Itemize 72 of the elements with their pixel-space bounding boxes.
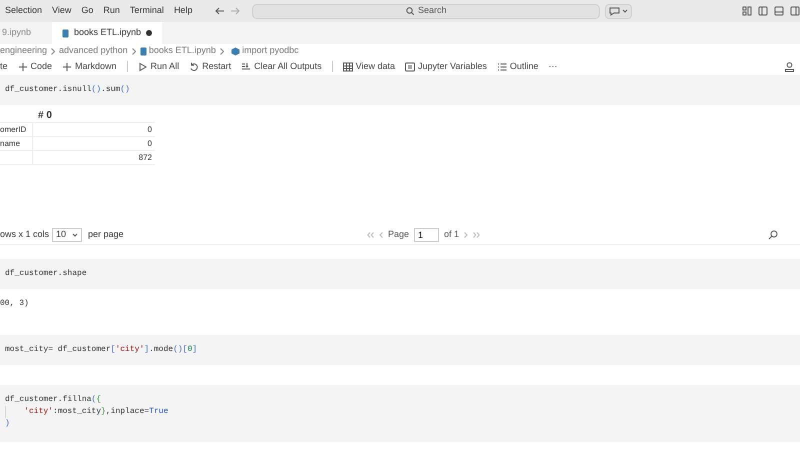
table-cell: 0 [148, 124, 152, 134]
code-cell[interactable]: df_customer.shape [0, 259, 800, 289]
menu-item[interactable]: Help [168, 4, 198, 18]
clear-icon [241, 62, 252, 72]
secondary-sidebar-icon[interactable] [790, 6, 800, 16]
page-count: of 1 [444, 228, 460, 241]
sidebar-icon[interactable] [758, 6, 768, 16]
copilot-button[interactable] [604, 4, 632, 18]
code-cell[interactable]: df_customer.isnull().sum() [0, 75, 800, 105]
plus-icon [62, 62, 72, 72]
chevron-icon [132, 48, 136, 54]
breadcrumb-item[interactable]: engineering [0, 44, 48, 58]
layout-icon[interactable] [742, 6, 752, 16]
breadcrumb-item[interactable]: import pyodbc [242, 44, 299, 58]
per-page-label: per page [88, 228, 124, 241]
search-icon[interactable] [768, 230, 778, 240]
toolbar-button[interactable]: Jupyter Variables [405, 60, 487, 74]
notebook-icon [140, 46, 147, 56]
toolbar-button[interactable]: Outline [496, 60, 538, 74]
search-field[interactable]: Search [252, 4, 600, 18]
panel-icon[interactable] [774, 6, 784, 16]
code-line: 'city':most_city},inplace=True [5, 406, 168, 418]
menu-item[interactable]: View [47, 4, 76, 18]
table-icon [342, 62, 353, 72]
menu-item[interactable]: Go [76, 4, 98, 18]
code-line: most_city= df_customer['city'].mode()[0] [5, 344, 198, 356]
search-icon [406, 7, 414, 15]
column-header: # 0 [37, 109, 52, 123]
page-label: Page [388, 228, 410, 241]
code-line: df_customer.fillna({ [5, 394, 102, 406]
variables-icon [405, 62, 415, 72]
menu-item[interactable]: Terminal [124, 4, 169, 18]
editor-tab[interactable]: books ETL.ipynb [52, 22, 162, 44]
restart-icon [189, 62, 200, 72]
table-cell: omerID [0, 124, 26, 136]
chevron-icon [51, 48, 56, 54]
table-cell: name [0, 138, 20, 150]
caret-icon [622, 9, 628, 13]
toolbar-button[interactable]: Clear All Outputs [241, 60, 322, 74]
rows-summary: ows x 1 cols [0, 228, 50, 241]
output-text: 00, 3) [0, 298, 30, 310]
code-cell[interactable]: most_city= df_customer['city'].mode()[0] [0, 335, 800, 365]
table-cell: 872 [138, 152, 152, 162]
unsaved-dot [146, 30, 152, 36]
cube-icon [230, 46, 240, 56]
code-line: df_customer.shape [5, 268, 87, 280]
chevron-icon [220, 48, 224, 54]
menu-item[interactable]: Selection [0, 4, 48, 18]
chat-icon [608, 6, 620, 16]
page-field[interactable]: 1 [414, 228, 440, 242]
run-icon [138, 62, 148, 72]
table-cell: 0 [148, 138, 152, 148]
caret-icon [72, 232, 78, 236]
toolbar-button[interactable]: View data [342, 60, 395, 74]
outline-icon [496, 62, 507, 72]
account-icon[interactable] [785, 62, 794, 72]
breadcrumb-item[interactable]: books ETL.ipynb [148, 44, 216, 58]
toolbar-button[interactable]: Run All [138, 60, 180, 74]
toolbar-button[interactable]: Code [18, 60, 52, 74]
notebook-icon [62, 28, 69, 38]
toolbar-button[interactable]: Markdown [62, 60, 117, 74]
plus-icon [18, 62, 28, 72]
code-cell[interactable]: df_customer.fillna({ 'city':most_city},inplace=True ) [0, 385, 800, 442]
toolbar-button[interactable]: te [0, 60, 8, 74]
toolbar-button[interactable]: Restart [189, 60, 232, 74]
breadcrumb-item[interactable]: advanced python [59, 44, 128, 58]
back-arrow-icon[interactable] [215, 7, 226, 15]
page-size-select[interactable]: 10 [52, 228, 82, 242]
menu-item[interactable]: Run [98, 4, 125, 18]
code-line: df_customer.isnull().sum() [5, 84, 130, 96]
code-line: ) [5, 418, 10, 430]
toolbar-button[interactable]: ··· [548, 60, 558, 74]
